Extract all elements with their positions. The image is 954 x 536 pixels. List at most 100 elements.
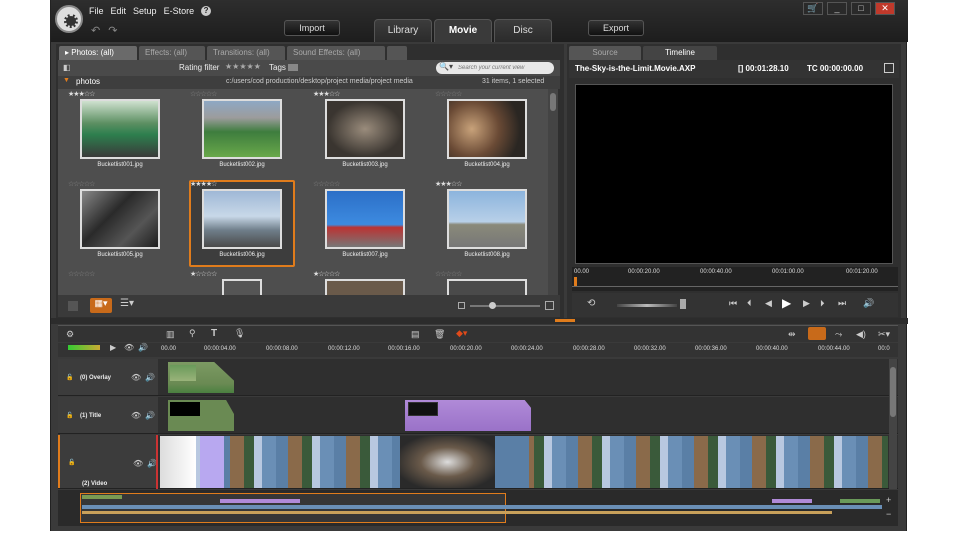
rating-stars[interactable]: ☆☆☆☆☆ — [435, 270, 539, 279]
rating-stars[interactable]: ☆☆☆☆☆ — [68, 180, 172, 189]
help-icon[interactable]: ? — [201, 6, 212, 16]
menu-edit[interactable]: Edit — [111, 6, 127, 16]
rating-stars[interactable]: ☆☆☆☆☆ — [68, 270, 172, 279]
video-clip[interactable] — [160, 436, 196, 488]
marker-icon[interactable]: ◆▾ — [456, 328, 467, 339]
panel-splitter[interactable] — [51, 318, 908, 324]
tab-library[interactable]: Library — [374, 19, 432, 42]
zoom-in-icon[interactable]: + — [886, 495, 891, 505]
video-clip[interactable] — [495, 436, 529, 488]
lock-icon[interactable]: 🔓 — [66, 412, 73, 419]
storyboard-icon[interactable]: ▤ — [411, 329, 420, 340]
volume-icon[interactable]: 🔊 — [863, 298, 874, 309]
voiceover-icon[interactable]: 🎙 — [234, 328, 245, 339]
timeline-ruler[interactable]: ▶ 👁 🔊 00.00 00:00:04.00 00:00:08.00 00:0… — [58, 343, 898, 357]
collection-icon[interactable] — [68, 301, 78, 311]
audio-mixer-icon[interactable]: ▥ — [166, 329, 175, 340]
media-item[interactable]: ☆☆☆☆☆ — [68, 270, 172, 279]
tags-toggle-icon[interactable] — [288, 64, 298, 71]
tab-timeline[interactable]: Timeline — [643, 46, 717, 60]
loop-icon[interactable]: ⟲ — [587, 298, 595, 309]
zoom-slider-thumb[interactable] — [489, 302, 496, 309]
track-label[interactable]: (2) Video — [82, 481, 107, 487]
playhead-line[interactable] — [156, 435, 158, 489]
media-item[interactable]: ☆☆☆☆☆ Bucketlist002.jpg — [190, 90, 294, 168]
next-frame-icon[interactable]: ⏵ — [820, 298, 825, 309]
tab-source[interactable]: Source — [569, 46, 641, 60]
tab-movie[interactable]: Movie — [434, 19, 492, 42]
timeline-scrollbar[interactable] — [889, 359, 897, 489]
rating-stars[interactable]: ☆☆☆☆☆ — [313, 180, 417, 189]
lock-icon[interactable]: 🔓 — [66, 374, 73, 381]
media-item[interactable]: ☆☆☆☆☆ — [435, 270, 539, 295]
undo-icon[interactable]: ↶ — [91, 24, 100, 37]
trim-icon[interactable]: ⤳ — [835, 329, 842, 340]
player-ruler[interactable]: 00.00 00:00:20.00 00:00:40.00 00:01:00.0… — [572, 267, 898, 291]
track-video[interactable]: 🔓 (2) Video 👁 🔊 — [58, 435, 898, 489]
forward-icon[interactable]: ▶ — [803, 298, 810, 309]
effects-icon[interactable]: ⚲ — [189, 328, 196, 339]
visibility-icon[interactable]: 👁 — [133, 459, 143, 468]
tab-effects[interactable]: Effects: (all) — [139, 46, 205, 60]
media-item[interactable]: ★★★☆☆ Bucketlist001.jpg — [68, 90, 172, 168]
close-icon[interactable]: ✕ — [875, 2, 895, 15]
media-item[interactable]: ☆☆☆☆☆ Bucketlist007.jpg — [313, 180, 417, 258]
visibility-icon[interactable]: 👁 — [124, 343, 134, 352]
media-item[interactable]: ★★★☆☆ Bucketlist008.jpg — [435, 180, 539, 258]
zoom-slider[interactable] — [470, 305, 540, 307]
media-item[interactable]: ★★★☆☆ Bucketlist003.jpg — [313, 90, 417, 168]
go-to-start-icon[interactable]: ⏮ — [729, 298, 737, 309]
minimize-icon[interactable]: _ — [827, 2, 847, 15]
menu-file[interactable]: File — [89, 6, 104, 16]
scissors-icon[interactable]: ✂▾ — [878, 329, 890, 340]
timeline-navigator[interactable]: + − — [58, 490, 898, 526]
razor-icon[interactable]: ⇹ — [788, 329, 796, 340]
zoom-out-icon[interactable] — [458, 302, 465, 309]
previous-frame-icon[interactable]: ⏴ — [747, 298, 752, 309]
volume-icon[interactable]: 🔊 — [145, 373, 155, 382]
settings-icon[interactable]: ⚙ — [66, 329, 74, 340]
grid-view-icon[interactable]: ▦▾ — [90, 298, 112, 313]
delete-icon[interactable]: 🗑 — [434, 329, 445, 340]
collapse-icon[interactable]: ▼ — [63, 77, 70, 84]
media-item[interactable]: ☆☆☆☆☆ Bucketlist004.jpg — [435, 90, 539, 168]
zoom-in-icon[interactable] — [545, 301, 554, 310]
media-item[interactable]: ☆☆☆☆☆ Bucketlist005.jpg — [68, 180, 172, 258]
tab-transitions[interactable]: Transitions: (all) — [207, 46, 285, 60]
title-tool-icon[interactable]: T — [211, 328, 217, 339]
scroll-thumb[interactable] — [890, 367, 896, 417]
track-label[interactable]: (1) Title — [80, 413, 101, 419]
track-title[interactable]: 🔓 (1) Title 👁 🔊 — [58, 397, 898, 434]
export-button[interactable]: Export — [588, 20, 644, 36]
rating-stars[interactable]: ★★★☆☆ — [435, 180, 539, 189]
scroll-thumb[interactable] — [550, 93, 556, 111]
play-icon[interactable]: ▶ — [782, 296, 791, 310]
lock-icon[interactable]: 🔓 — [68, 459, 75, 466]
media-item-selected[interactable]: ★★★★☆ Bucketlist006.jpg — [189, 180, 295, 267]
video-clip[interactable] — [400, 436, 495, 488]
list-view-icon[interactable]: ☰▾ — [120, 298, 134, 309]
volume-icon[interactable]: 🔊 — [145, 411, 155, 420]
redo-icon[interactable]: ↷ — [108, 24, 117, 37]
visibility-icon[interactable]: 👁 — [131, 373, 141, 382]
rating-stars[interactable]: ★★★★☆ — [190, 180, 294, 189]
visibility-icon[interactable]: 👁 — [131, 411, 141, 420]
track-label[interactable]: (0) Overlay — [80, 375, 111, 381]
fullscreen-icon[interactable] — [884, 63, 894, 73]
rewind-icon[interactable]: ◀ — [765, 298, 772, 309]
maximize-icon[interactable]: □ — [851, 2, 871, 15]
menu-setup[interactable]: Setup — [133, 6, 157, 16]
media-item[interactable]: ★☆☆☆☆ — [190, 270, 294, 295]
shuttle-slider[interactable] — [617, 304, 677, 307]
add-tab-icon[interactable] — [387, 46, 407, 60]
search-input[interactable] — [458, 63, 550, 73]
tab-photos[interactable]: ▸ Photos: (all) — [59, 46, 137, 60]
menu-estore[interactable]: E-Store — [164, 6, 195, 16]
shuttle-thumb[interactable] — [680, 299, 686, 309]
volume-icon[interactable]: 🔊 — [138, 343, 148, 352]
rating-stars[interactable]: ★★★☆☆ — [68, 90, 172, 99]
filter-icon[interactable]: ◧ — [63, 63, 71, 72]
tab-disc[interactable]: Disc — [494, 19, 552, 42]
library-scrollbar[interactable] — [548, 89, 558, 295]
rating-stars[interactable]: ☆☆☆☆☆ — [190, 90, 294, 99]
